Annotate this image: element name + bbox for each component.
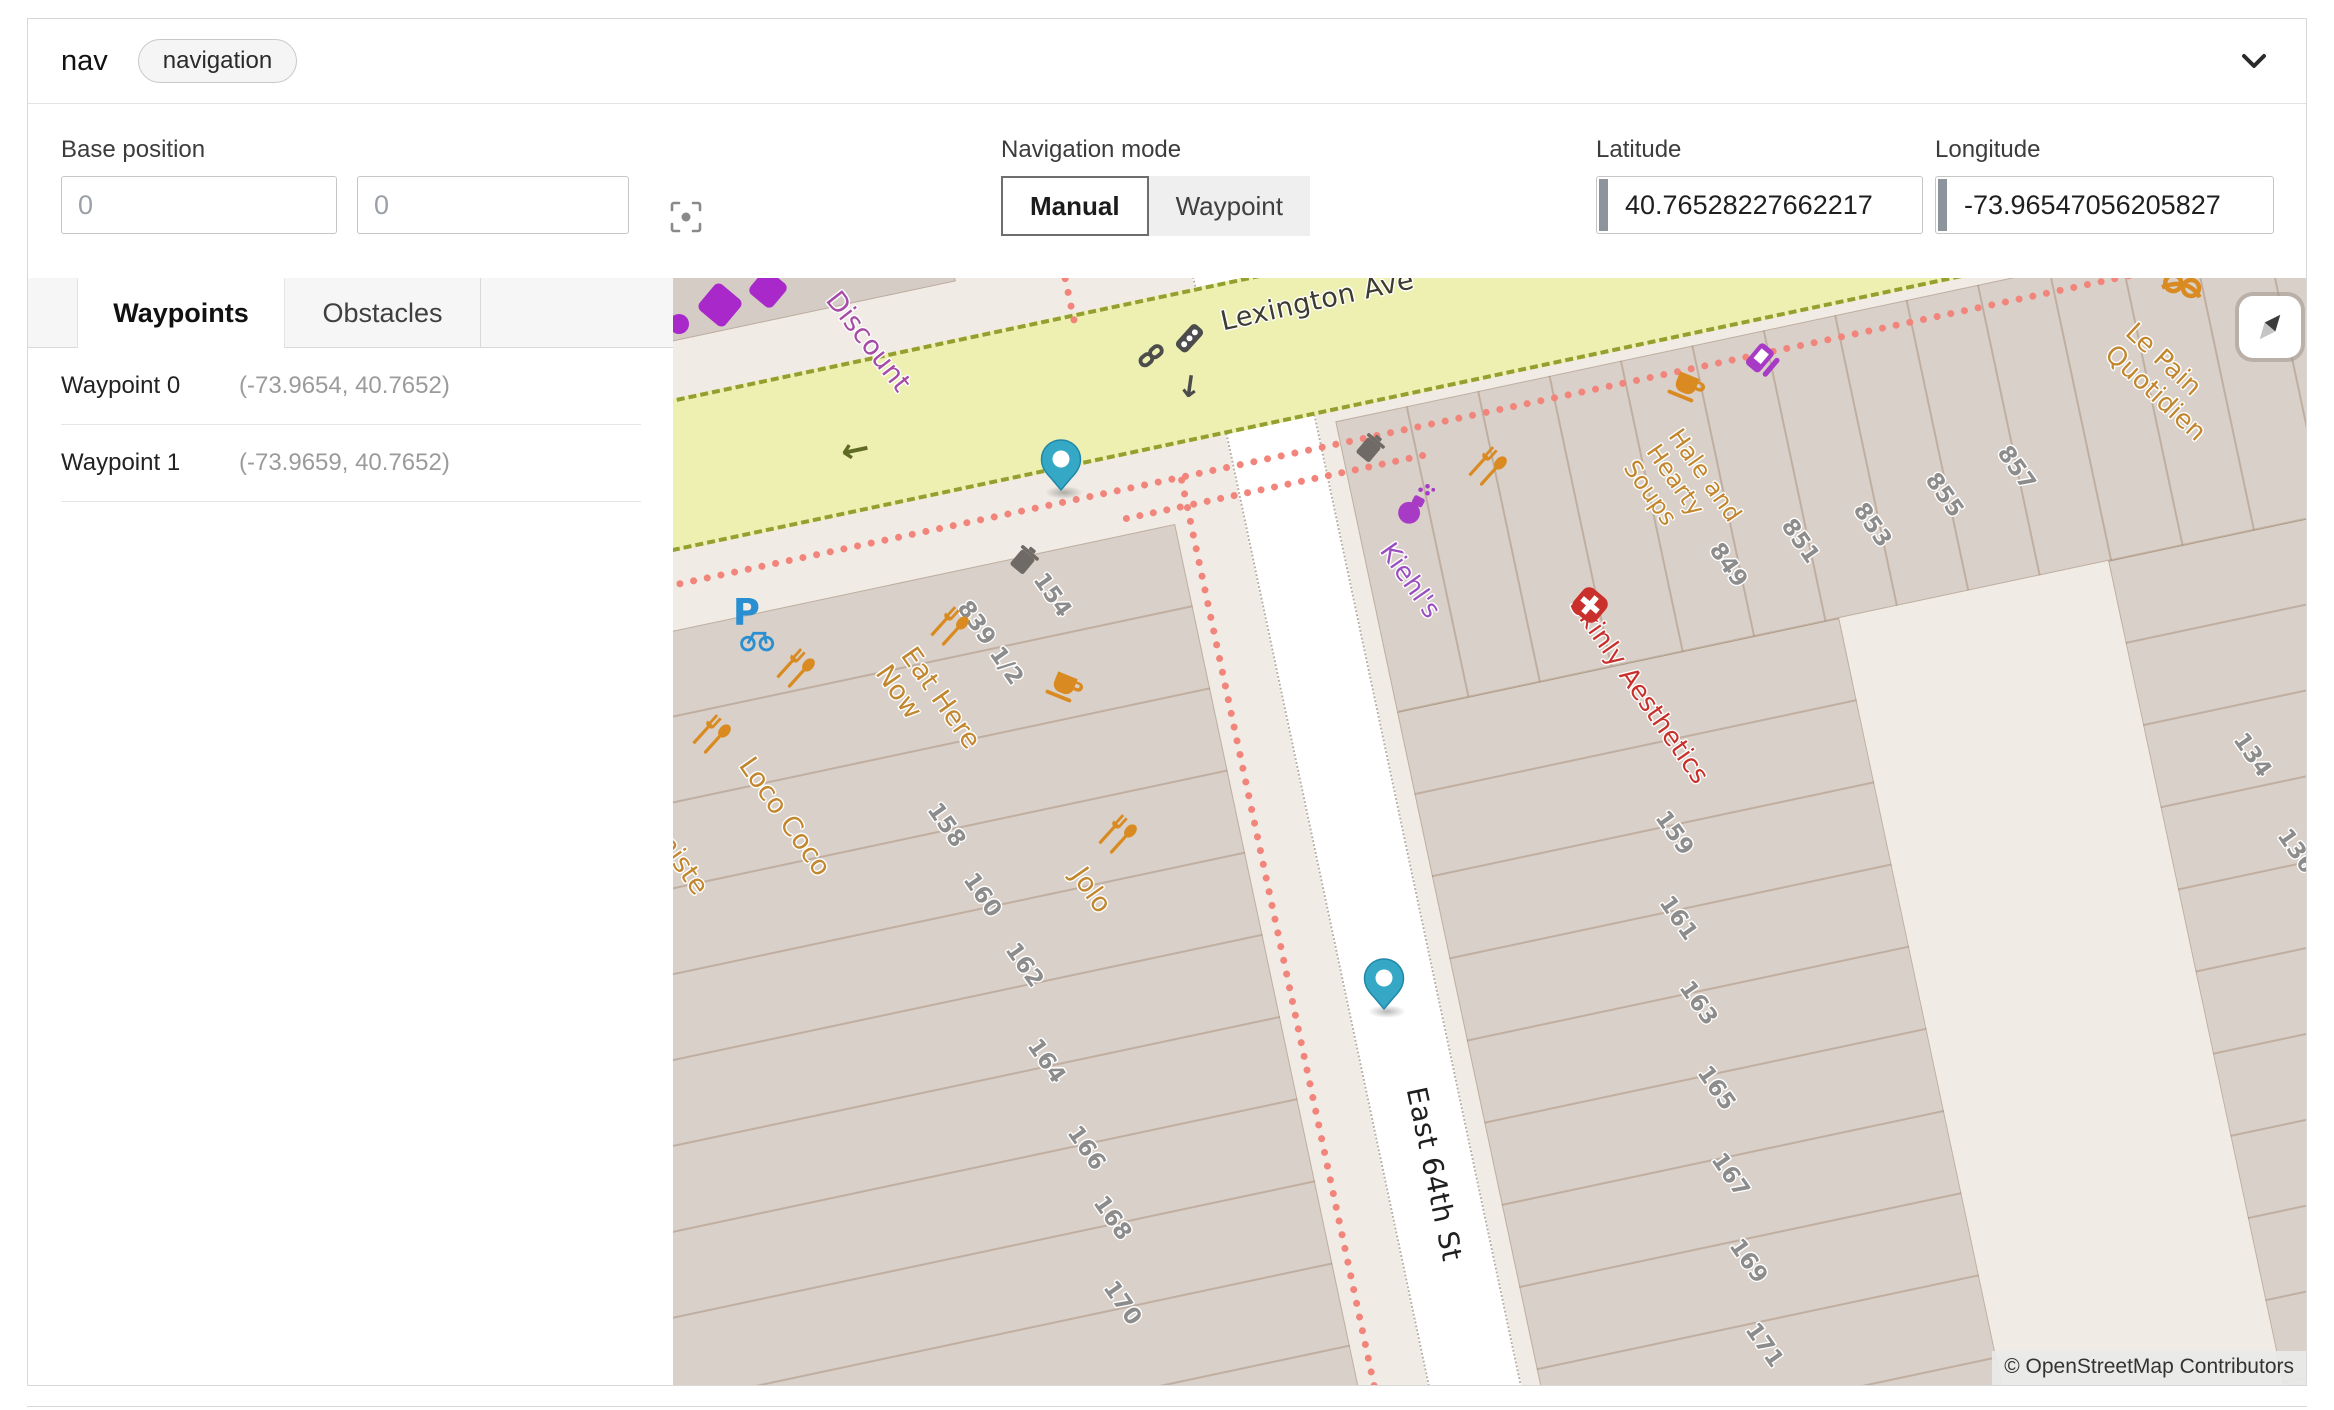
map-pin-waypoint-marker-1[interactable] <box>1360 957 1408 1024</box>
collapse-button[interactable] <box>2232 39 2276 83</box>
waypoint-coords: (-73.9654, 40.7652) <box>239 372 450 400</box>
toolbar: Base position Navigation mode Manual Way… <box>28 104 2306 278</box>
tab-waypoints[interactable]: Waypoints <box>77 278 285 348</box>
waypoints-panel: Waypoints Obstacles Waypoint 0(-73.9654,… <box>28 278 673 1385</box>
center-base-button[interactable] <box>663 194 709 240</box>
waypoint-row-1[interactable]: Waypoint 1(-73.9659, 40.7652) <box>61 425 641 502</box>
restaurant-icon <box>925 604 971 655</box>
card-header: nav navigation <box>28 19 2306 104</box>
tab-bar: Waypoints Obstacles <box>28 278 673 348</box>
clinic-icon <box>1567 582 1613 633</box>
waypoint-list: Waypoint 0(-73.9654, 40.7652)Waypoint 1(… <box>28 348 673 502</box>
next-section-divider <box>27 1406 2307 1407</box>
base-position-label: Base position <box>61 136 205 164</box>
map[interactable]: DiscountHale and Hearty SoupsKiehl'sSkin… <box>673 278 2306 1385</box>
longitude-label: Longitude <box>1935 136 2040 164</box>
longitude-field <box>1935 176 2274 234</box>
base-x-input[interactable] <box>61 176 337 234</box>
waste-basket-icon <box>1009 544 1039 581</box>
nav-card: nav navigation Base position Navigation … <box>27 18 2307 1386</box>
main-area: Waypoints Obstacles Waypoint 0(-73.9654,… <box>28 278 2306 1385</box>
waste-basket-icon <box>1355 432 1385 469</box>
tab-obstacles[interactable]: Obstacles <box>285 278 481 348</box>
latitude-field <box>1596 176 1923 234</box>
mode-waypoint-button[interactable]: Waypoint <box>1149 176 1310 236</box>
chevron-down-icon <box>2237 44 2271 78</box>
focus-target-icon <box>669 200 703 234</box>
longitude-input[interactable] <box>1935 176 2274 234</box>
navigation-badge: navigation <box>138 39 297 83</box>
page-title: nav <box>61 45 108 78</box>
bakery-icon <box>2157 278 2209 311</box>
latitude-label: Latitude <box>1596 136 1681 164</box>
base-y-input[interactable] <box>357 176 629 234</box>
shop-icon <box>1741 340 1783 387</box>
restaurant-icon <box>1093 812 1139 863</box>
map-pin-waypoint-marker-0[interactable] <box>1037 438 1085 505</box>
latitude-input[interactable] <box>1596 176 1923 234</box>
chain-icon <box>1135 338 1169 377</box>
traffic-signal-icon <box>1169 322 1211 375</box>
waypoint-name: Waypoint 0 <box>61 372 239 400</box>
longitude-accent-bar <box>1938 179 1947 231</box>
navigation-mode-toggle: Manual Waypoint <box>1001 176 1310 236</box>
latitude-accent-bar <box>1599 179 1608 231</box>
waypoint-name: Waypoint 1 <box>61 449 239 477</box>
cafe-icon <box>1667 366 1711 415</box>
restaurant-icon <box>1463 444 1509 495</box>
signal-arrow-icon: ↓ <box>1175 368 1205 406</box>
cafe-icon <box>1045 666 1089 715</box>
restaurant-icon <box>771 646 817 697</box>
svg-text:P: P <box>733 594 760 634</box>
compass-needle-icon <box>2250 307 2290 347</box>
restaurant-icon <box>687 712 733 763</box>
compass-button[interactable] <box>2239 296 2301 358</box>
waypoint-row-0[interactable]: Waypoint 0(-73.9654, 40.7652) <box>61 348 641 425</box>
navigation-mode-label: Navigation mode <box>1001 136 1181 164</box>
map-attribution: © OpenStreetMap Contributors <box>1992 1351 2306 1385</box>
waypoint-coords: (-73.9659, 40.7652) <box>239 449 450 477</box>
mode-manual-button[interactable]: Manual <box>1001 176 1149 236</box>
cosmetics-icon <box>1393 484 1439 535</box>
